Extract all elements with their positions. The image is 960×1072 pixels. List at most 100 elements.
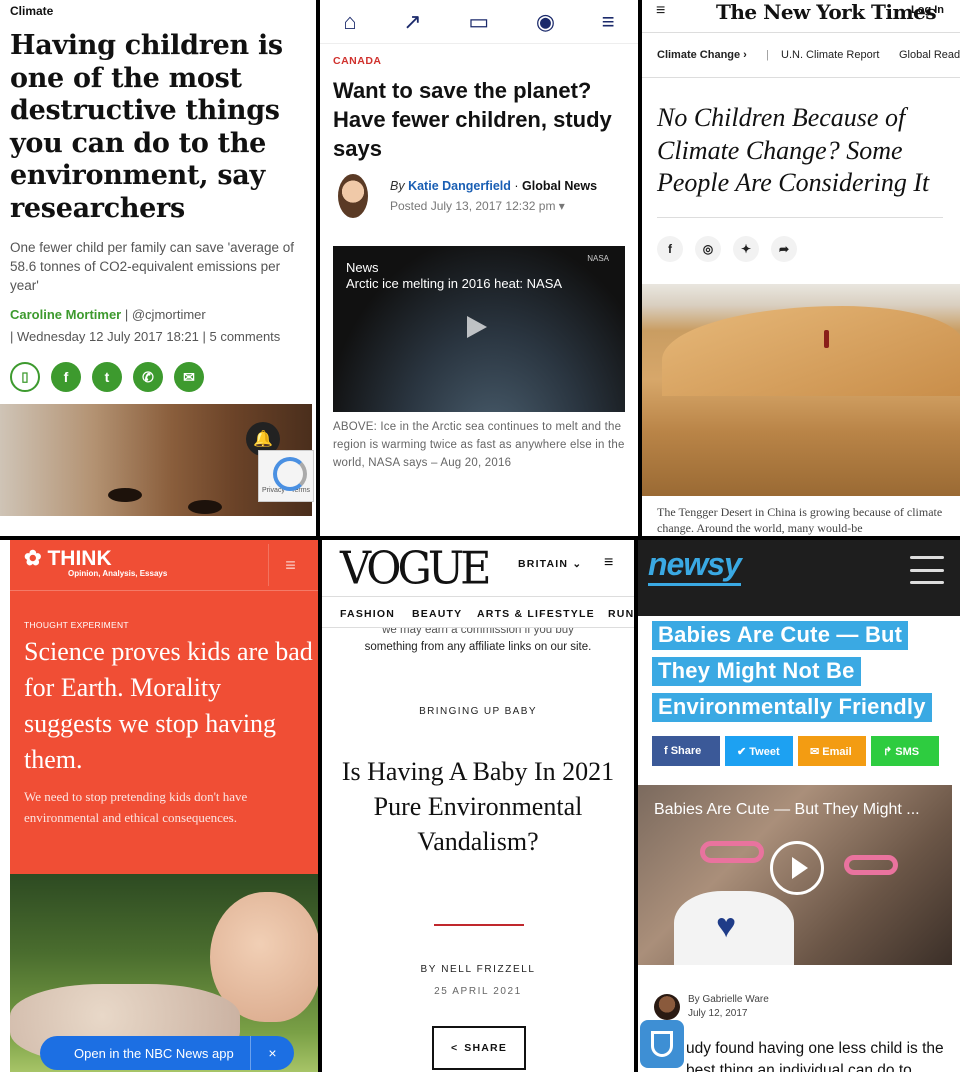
email-share-button[interactable]: ✉ Email <box>798 736 866 766</box>
article-dek: We need to stop pretending kids don't ha… <box>24 789 248 825</box>
headline-line-2: They Might Not Be <box>652 657 861 686</box>
close-icon[interactable]: × <box>250 1036 294 1070</box>
open-app-banner[interactable]: Open in the NBC News app × <box>40 1036 294 1070</box>
video-player[interactable]: NASA News Arctic ice melting in 2016 hea… <box>333 246 625 412</box>
peacock-icon: ✿ <box>24 547 42 570</box>
menu-icon[interactable] <box>910 556 944 584</box>
location-icon[interactable]: ◉ <box>536 9 555 35</box>
baby-glasses-right <box>844 855 898 875</box>
menu-icon[interactable]: ≡ <box>656 2 665 20</box>
play-icon[interactable] <box>770 841 824 895</box>
divider <box>657 217 943 218</box>
play-icon[interactable] <box>467 316 487 338</box>
video-title: Arctic ice melting in 2016 heat: NASA <box>346 276 563 291</box>
recaptcha-badge[interactable]: Privacy - Terms <box>258 450 314 502</box>
eye-left <box>108 488 142 502</box>
subnav-un-report[interactable]: U.N. Climate Report <box>781 49 879 61</box>
article-kicker[interactable]: BRINGING UP BABY <box>322 706 634 717</box>
sand-dune <box>662 306 960 396</box>
disclaimer-text: something from any affiliate links on ou… <box>364 641 592 653</box>
photo-caption: The Tengger Desert in China is growing b… <box>657 505 943 535</box>
subnav-divider: | <box>766 49 769 61</box>
tweet-button[interactable]: ✔ Tweet <box>725 736 793 766</box>
baby-glasses-left <box>700 841 764 863</box>
edition-selector[interactable]: BRITAIN ⌄ <box>518 558 582 570</box>
think-logo[interactable]: ✿ THINK Opinion, Analysis, Essays <box>24 546 167 578</box>
whatsapp-icon[interactable]: ◎ <box>695 236 721 262</box>
email-icon[interactable]: ✉ <box>174 362 204 392</box>
trending-icon[interactable]: ↗ <box>403 9 421 35</box>
person-figure <box>824 330 829 348</box>
login-link[interactable]: Log In <box>911 4 944 16</box>
logo-subtitle: Opinion, Analysis, Essays <box>68 569 168 578</box>
publish-date: July 12, 2017 <box>688 1008 748 1019</box>
open-app-label[interactable]: Open in the NBC News app <box>74 1046 234 1061</box>
author-avatar <box>654 994 680 1020</box>
menu-icon[interactable]: ≡ <box>268 544 312 586</box>
author-handle[interactable]: | @cjmortimer <box>125 307 206 322</box>
author-name[interactable]: By Gabrielle Ware <box>688 994 769 1005</box>
section-label[interactable]: Climate <box>10 4 53 18</box>
nyt-logo[interactable]: The New York Times <box>716 0 937 24</box>
nav-fashion[interactable]: FASHION <box>340 608 395 620</box>
logo-text: THINK <box>47 547 112 570</box>
headline-text-3: Environmentally Friendly <box>652 693 932 722</box>
author-name[interactable]: Caroline Mortimer <box>10 307 121 322</box>
share-button[interactable]: < SHARE <box>432 1026 526 1070</box>
sms-share-button[interactable]: ↱ SMS <box>871 736 939 766</box>
byline: By Katie Dangerfield · Global News <box>390 179 597 193</box>
nav-beauty[interactable]: BEAUTY <box>412 608 462 620</box>
author-name[interactable]: Katie Dangerfield <box>408 179 511 193</box>
share-icon: < <box>450 1042 459 1054</box>
desert-photo <box>642 284 960 496</box>
newsy-article-panel: newsy Babies Are Cute — But They Might N… <box>638 540 960 1072</box>
by-prefix: By <box>390 179 405 193</box>
share-bar: f Share ✔ Tweet ✉ Email ↱ SMS <box>652 736 939 766</box>
video-tag: News <box>346 260 379 275</box>
heart-graphic: ♥ <box>716 907 737 945</box>
twitter-icon[interactable]: ✦ <box>733 236 759 262</box>
author-avatar <box>338 174 368 218</box>
posted-date[interactable]: Posted July 13, 2017 12:32 pm ▾ <box>390 199 565 213</box>
article-meta: | Wednesday 12 July 2017 18:21 | 5 comme… <box>10 329 281 344</box>
byline-separator: · <box>514 179 519 193</box>
menu-icon[interactable]: ≡ <box>602 9 615 35</box>
menu-icon[interactable]: ≡ <box>604 554 613 572</box>
newsy-logo[interactable]: newsy <box>648 546 742 586</box>
article-headline: No Children Because of Climate Change? S… <box>657 103 930 197</box>
article-kicker[interactable]: THOUGHT EXPERIMENT <box>24 620 129 630</box>
tv-icon[interactable]: ▭ <box>468 9 489 35</box>
disclaimer-cut-line: we may earn a commission if you buy <box>382 628 574 636</box>
top-bar: newsy <box>638 540 960 616</box>
whatsapp-icon[interactable]: ✆ <box>133 362 163 392</box>
top-nav: ⌂ ↗ ▭ ◉ ≡ <box>320 0 638 44</box>
headline-text-1: Babies Are Cute — But <box>652 621 909 650</box>
facebook-icon[interactable]: f <box>51 362 81 392</box>
article-standfirst: One fewer child per family can save 'ave… <box>10 240 294 293</box>
subnav-climate-change[interactable]: Climate Change › <box>657 49 747 61</box>
independent-article-panel: Climate Having children is one of the mo… <box>0 0 316 536</box>
facebook-share-button[interactable]: f Share <box>652 736 720 766</box>
vogue-logo[interactable]: VOGUE <box>340 543 492 596</box>
chevron-down-icon: ⌄ <box>572 558 583 570</box>
vogue-article-panel: VOGUE BRITAIN ⌄ ≡ FASHION BEAUTY ARTS & … <box>322 540 634 1072</box>
subnav-global-read[interactable]: Global Read <box>899 49 960 61</box>
bookmark-icon[interactable]: ▯ <box>10 362 40 392</box>
share-arrow-icon[interactable]: ➦ <box>771 236 797 262</box>
shield-icon[interactable] <box>640 1020 684 1068</box>
video-caption: ABOVE: Ice in the Arctic sea continues t… <box>333 421 625 469</box>
video-player[interactable]: ♥ Babies Are Cute — But They Might ... <box>638 785 952 965</box>
twitter-icon[interactable]: t <box>92 362 122 392</box>
facebook-icon[interactable]: f <box>657 236 683 262</box>
section-subnav: Climate Change › | U.N. Climate Report G… <box>642 32 960 78</box>
article-headline: Science proves kids are bad for Earth. M… <box>24 637 313 774</box>
nav-runway[interactable]: RUN <box>608 608 634 620</box>
affiliate-disclaimer: we may earn a commission if you buy some… <box>322 628 634 656</box>
home-icon[interactable]: ⌂ <box>343 9 356 35</box>
category-label[interactable]: CANADA <box>333 55 382 67</box>
headline-line-1: Babies Are Cute — But <box>652 621 909 650</box>
nav-arts-lifestyle[interactable]: ARTS & LIFESTYLE <box>477 608 595 620</box>
author-line: Caroline Mortimer | @cjmortimer <box>10 307 206 322</box>
byline[interactable]: BY NELL FRIZZELL <box>322 964 634 975</box>
video-source: NASA <box>587 254 609 263</box>
